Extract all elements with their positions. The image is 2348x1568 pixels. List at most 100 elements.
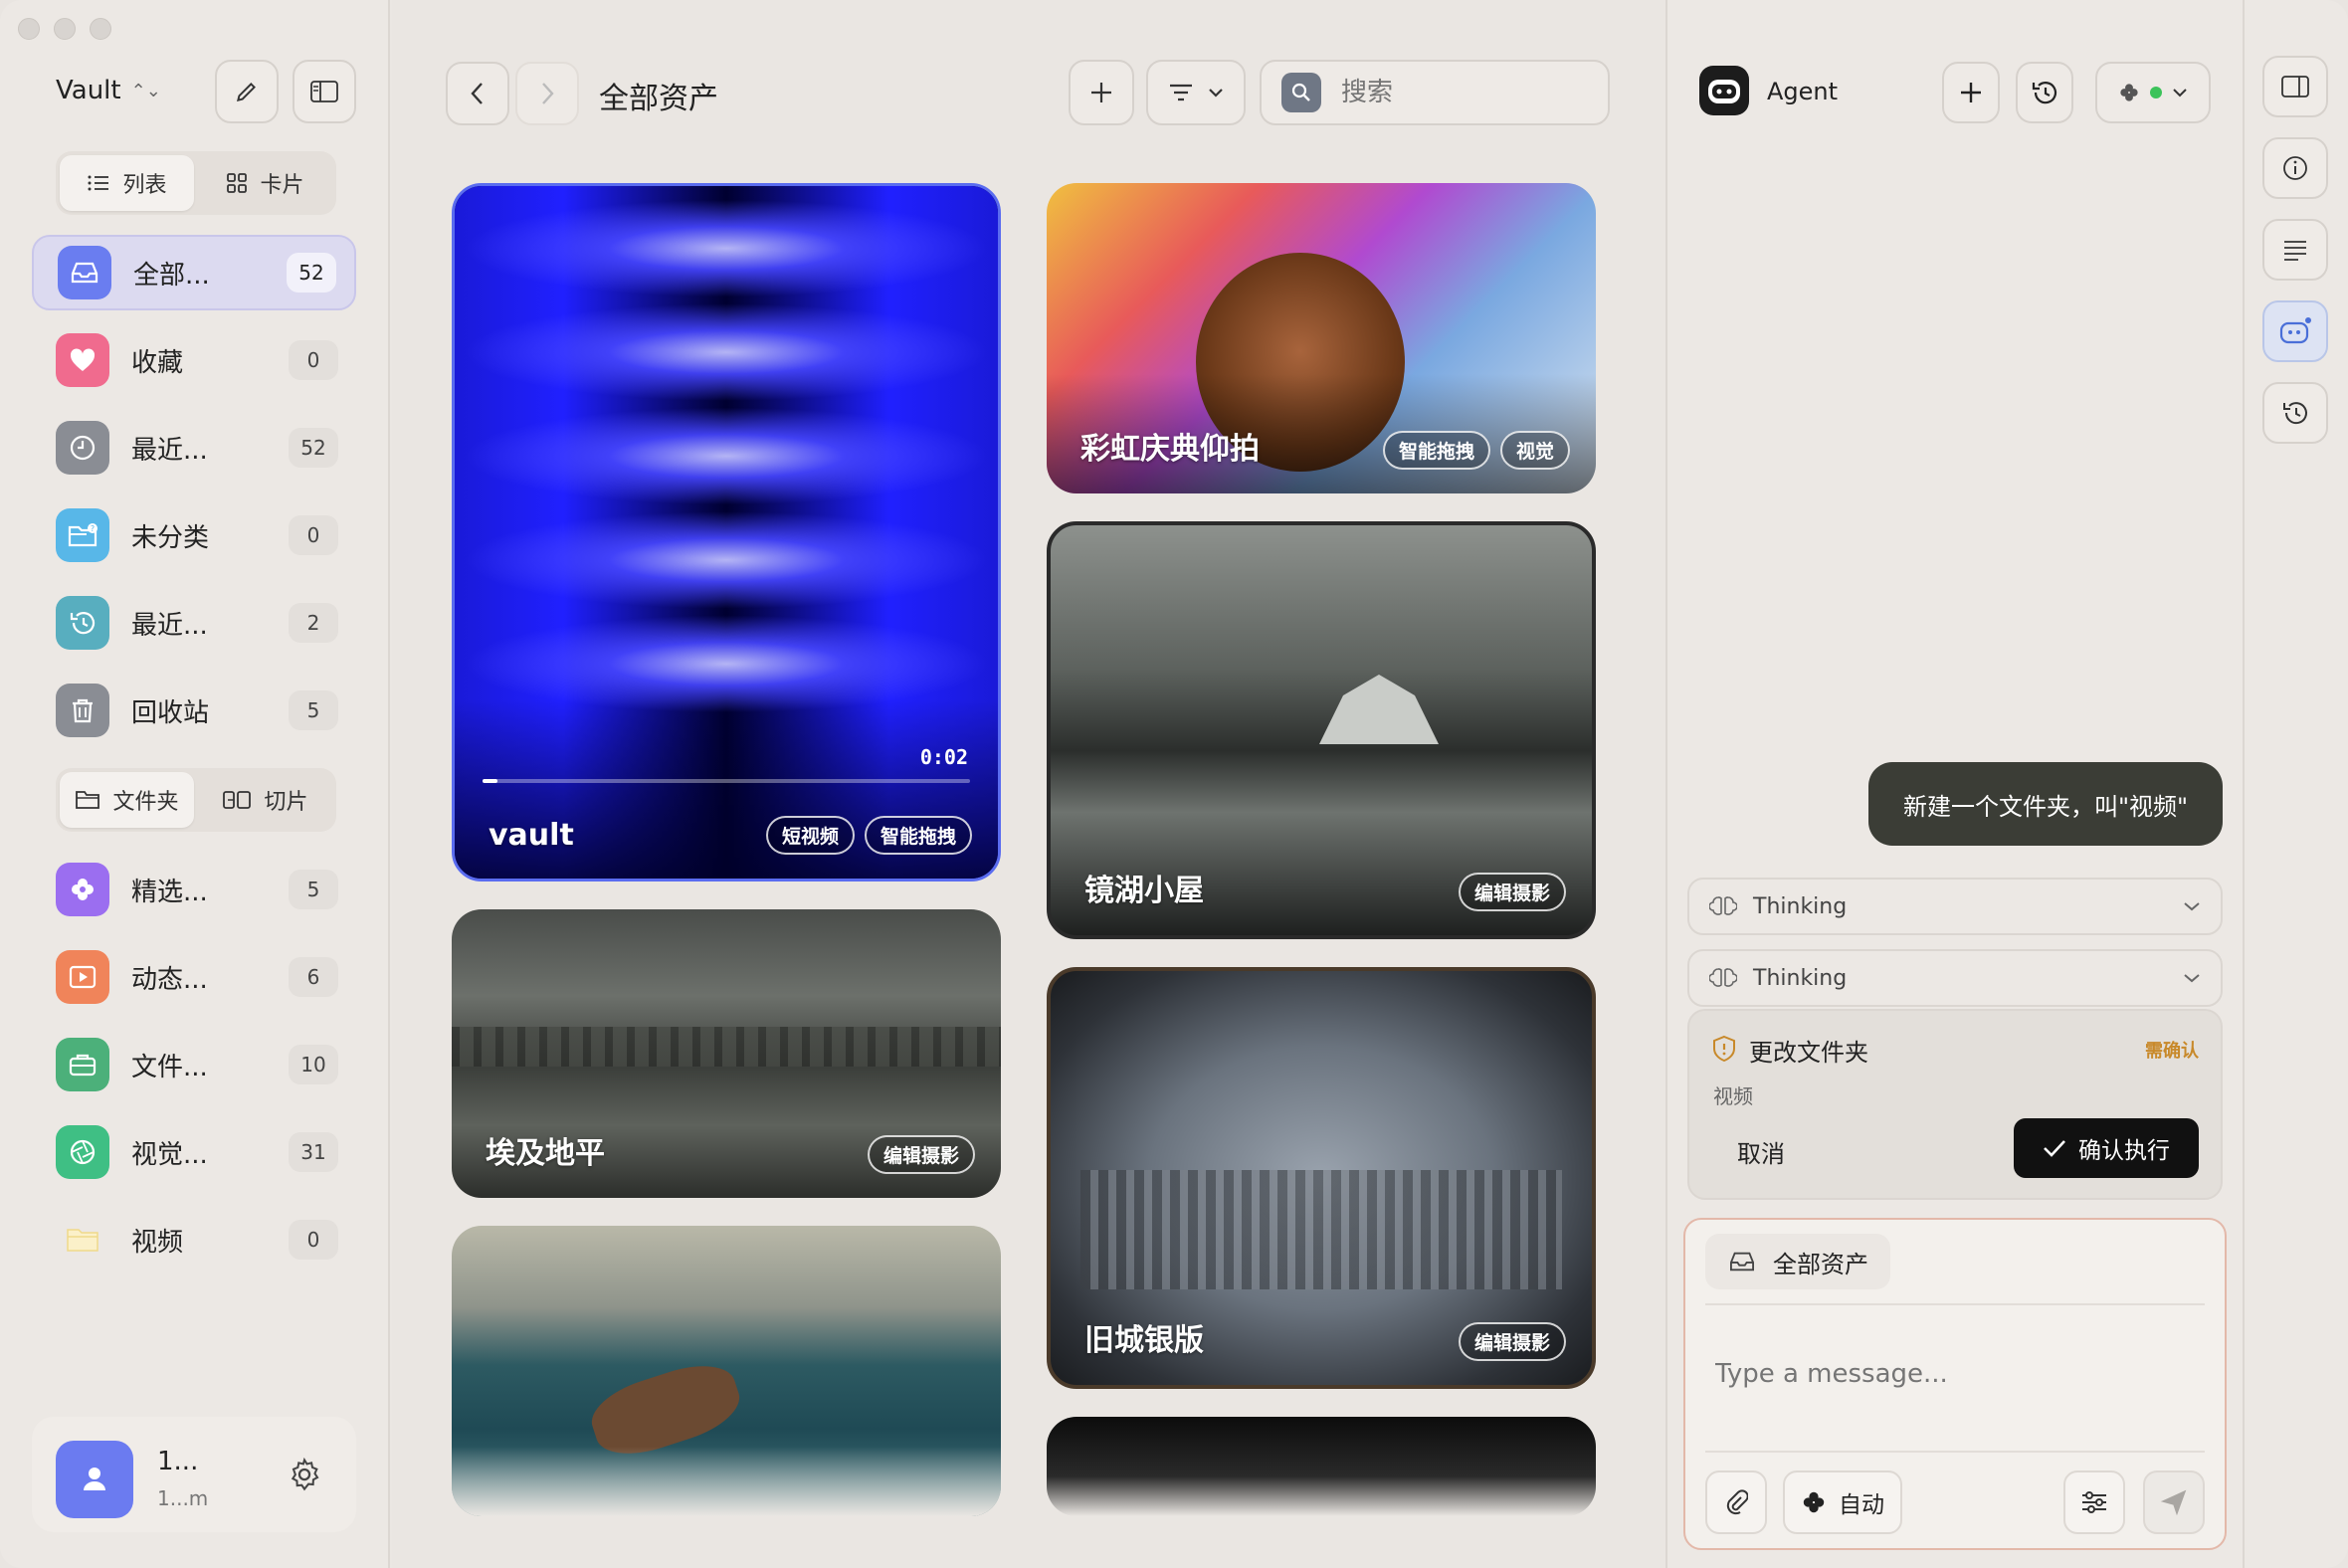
sidebar-item-recent[interactable]: 最近... 52 [32,410,356,486]
thinking-collapsible[interactable]: Thinking [1687,949,2223,1007]
toggle-sidebar-button[interactable] [293,60,356,123]
user-message-bubble: 新建一个文件夹，叫"视频" [1868,762,2223,846]
folder-outline-icon [76,791,100,809]
robot-icon [2279,317,2311,344]
folder-item-featured[interactable]: 精选... 5 [32,852,356,927]
toggle-panel-button[interactable] [2262,56,2328,117]
tag-badge[interactable]: 智能拖拽 [864,816,972,855]
chat-history-button[interactable] [2016,62,2073,123]
house-shape [1319,675,1439,744]
view-list-option[interactable]: 列表 [60,155,194,211]
user-icon [84,1468,105,1490]
grid-icon [227,173,248,193]
asset-card-egypt[interactable]: 埃及地平 编辑摄影 [452,909,1001,1198]
minimize-window-button[interactable] [54,18,76,40]
card-tags: 短视频 智能拖拽 [765,816,972,855]
tag-badge[interactable]: 编辑摄影 [1458,1322,1566,1361]
tag-badge[interactable]: 编辑摄影 [867,1135,975,1174]
folder-item-visual[interactable]: 视觉... 31 [32,1114,356,1190]
send-button[interactable] [2143,1470,2205,1534]
app-window: Vault ⌃⌄ 列表 卡片 全部... 52 收藏 0 最近... 52 ? … [0,0,2348,1568]
item-count-badge: 6 [289,957,338,997]
card-title: 彩虹庆典仰拍 [1080,432,1260,467]
view-card-option[interactable]: 卡片 [198,155,332,211]
asset-card-old-town[interactable]: 旧城银版 编辑摄影 [1047,967,1596,1389]
inbox-icon [58,246,111,299]
card-tags: 编辑摄影 [1458,873,1566,911]
thinking-label: Thinking [1753,893,1848,919]
context-chip-label: 全部资产 [1773,1250,1868,1278]
asset-card-vault[interactable]: 0:02 vault 短视频 智能拖拽 [452,183,1001,882]
search-input[interactable] [1341,78,1580,107]
vault-switcher[interactable]: Vault ⌃⌄ [56,76,161,105]
sidebar-item-trash[interactable]: 回收站 5 [32,673,356,748]
folder-item-motion[interactable]: 动态... 6 [32,939,356,1015]
sidebar-item-label: 最近... [131,435,208,466]
search-box [1260,60,1610,125]
settings-sliders-button[interactable] [2063,1470,2125,1534]
pencil-icon [236,83,256,102]
video-progress-bar[interactable] [483,779,970,783]
user-card[interactable]: 1... 1...m [32,1417,356,1532]
confirm-execute-button[interactable]: 确认执行 [2014,1118,2199,1178]
history-icon [2032,82,2057,104]
plus-icon [1091,83,1111,102]
folder-item-label: 精选... [131,877,208,907]
view-list-label: 列表 [122,173,167,198]
sidebar-item-recent-2[interactable]: 最近... 2 [32,585,356,661]
folders-option[interactable]: 文件夹 [60,772,194,828]
context-chip[interactable]: 全部资产 [1705,1234,1890,1289]
search-icon [1281,73,1321,112]
agent-button[interactable] [2262,300,2328,362]
slices-option[interactable]: 切片 [198,772,332,828]
chevron-right-icon [542,83,554,104]
thinking-collapsible[interactable]: Thinking [1687,878,2223,935]
chevron-down-icon [2184,974,2200,983]
window-controls [18,18,111,40]
item-count-badge: 0 [289,515,338,555]
sidebar-item-label: 收藏 [131,347,184,378]
new-chat-button[interactable] [1942,62,2000,123]
robot-icon [1708,80,1740,103]
filter-button[interactable] [1146,60,1246,125]
tag-badge[interactable]: 视觉 [1499,431,1570,470]
sidebar: Vault ⌃⌄ 列表 卡片 全部... 52 收藏 0 最近... 52 ? … [0,0,390,1568]
attach-button[interactable] [1705,1470,1767,1534]
sidebar-item-favorites[interactable]: 收藏 0 [32,322,356,398]
folder-question-icon: ? [56,508,109,562]
text-lines-icon [2284,241,2306,261]
back-button[interactable] [446,62,509,125]
flower-icon [1803,1491,1825,1513]
avatar [56,1441,133,1518]
folder-item-files[interactable]: 文件... 10 [32,1027,356,1102]
sidebar-item-all[interactable]: 全部... 52 [32,235,356,310]
edit-button[interactable] [215,60,279,123]
history-button[interactable] [2262,382,2328,444]
asset-card-partial[interactable] [1047,1417,1596,1516]
folder-item-video[interactable]: 视频 0 [32,1202,356,1277]
asset-card-rainbow[interactable]: 彩虹庆典仰拍 智能拖拽 视觉 [1047,183,1596,493]
message-input[interactable] [1715,1359,2193,1389]
sliders-icon [2082,1491,2106,1513]
tag-badge[interactable]: 智能拖拽 [1382,431,1490,470]
asset-card-painting[interactable] [452,1226,1001,1516]
close-window-button[interactable] [18,18,40,40]
tag-badge[interactable]: 短视频 [765,816,855,855]
info-button[interactable] [2262,137,2328,199]
gear-icon[interactable] [287,1457,322,1492]
flower-icon [2120,84,2138,101]
model-selector[interactable] [2095,62,2211,123]
zoom-window-button[interactable] [90,18,111,40]
text-button[interactable] [2262,219,2328,281]
check-icon [2044,1140,2065,1157]
add-asset-button[interactable] [1069,60,1134,125]
cancel-button[interactable]: 取消 [1737,1134,1785,1169]
view-mode-toggle: 列表 卡片 [56,151,336,215]
sidebar-item-uncategorized[interactable]: ? 未分类 0 [32,497,356,573]
forward-button[interactable] [515,62,579,125]
asset-card-lake-house[interactable]: 镜湖小屋 编辑摄影 [1047,521,1596,939]
tag-badge[interactable]: 编辑摄影 [1458,873,1566,911]
sidebar-item-label: 全部... [133,260,210,291]
mode-selector[interactable]: 自动 [1783,1470,1902,1534]
needs-confirmation-badge: 需确认 [2145,1041,2199,1062]
